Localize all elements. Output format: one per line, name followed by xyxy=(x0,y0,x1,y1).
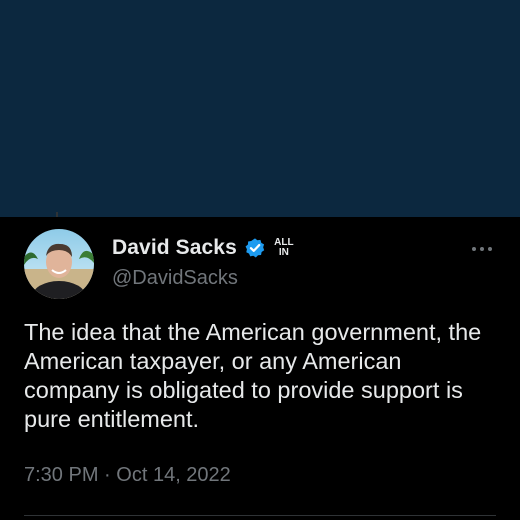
display-name[interactable]: David Sacks xyxy=(112,236,237,260)
divider xyxy=(24,515,496,516)
tweet-timestamp[interactable]: 7:30 PM · Oct 14, 2022 xyxy=(24,464,231,487)
user-handle[interactable]: @DavidSacks xyxy=(112,267,238,290)
affiliate-badge[interactable]: ALL IN xyxy=(273,236,295,260)
more-horizontal-icon[interactable] xyxy=(466,239,498,259)
profile-banner xyxy=(0,0,520,217)
avatar[interactable] xyxy=(24,229,94,299)
tweet: David Sacks ALL IN @DavidSacks The idea … xyxy=(0,217,520,520)
tweet-time: 7:30 PM xyxy=(24,464,99,486)
tweet-date: Oct 14, 2022 xyxy=(116,464,231,486)
avatar-image xyxy=(24,229,94,299)
verified-check-icon xyxy=(244,237,266,259)
affiliate-badge-line2: IN xyxy=(278,247,289,258)
timestamp-separator: · xyxy=(104,464,111,486)
name-row: David Sacks ALL IN xyxy=(112,235,295,261)
tweet-text: The idea that the American government, t… xyxy=(24,319,482,432)
